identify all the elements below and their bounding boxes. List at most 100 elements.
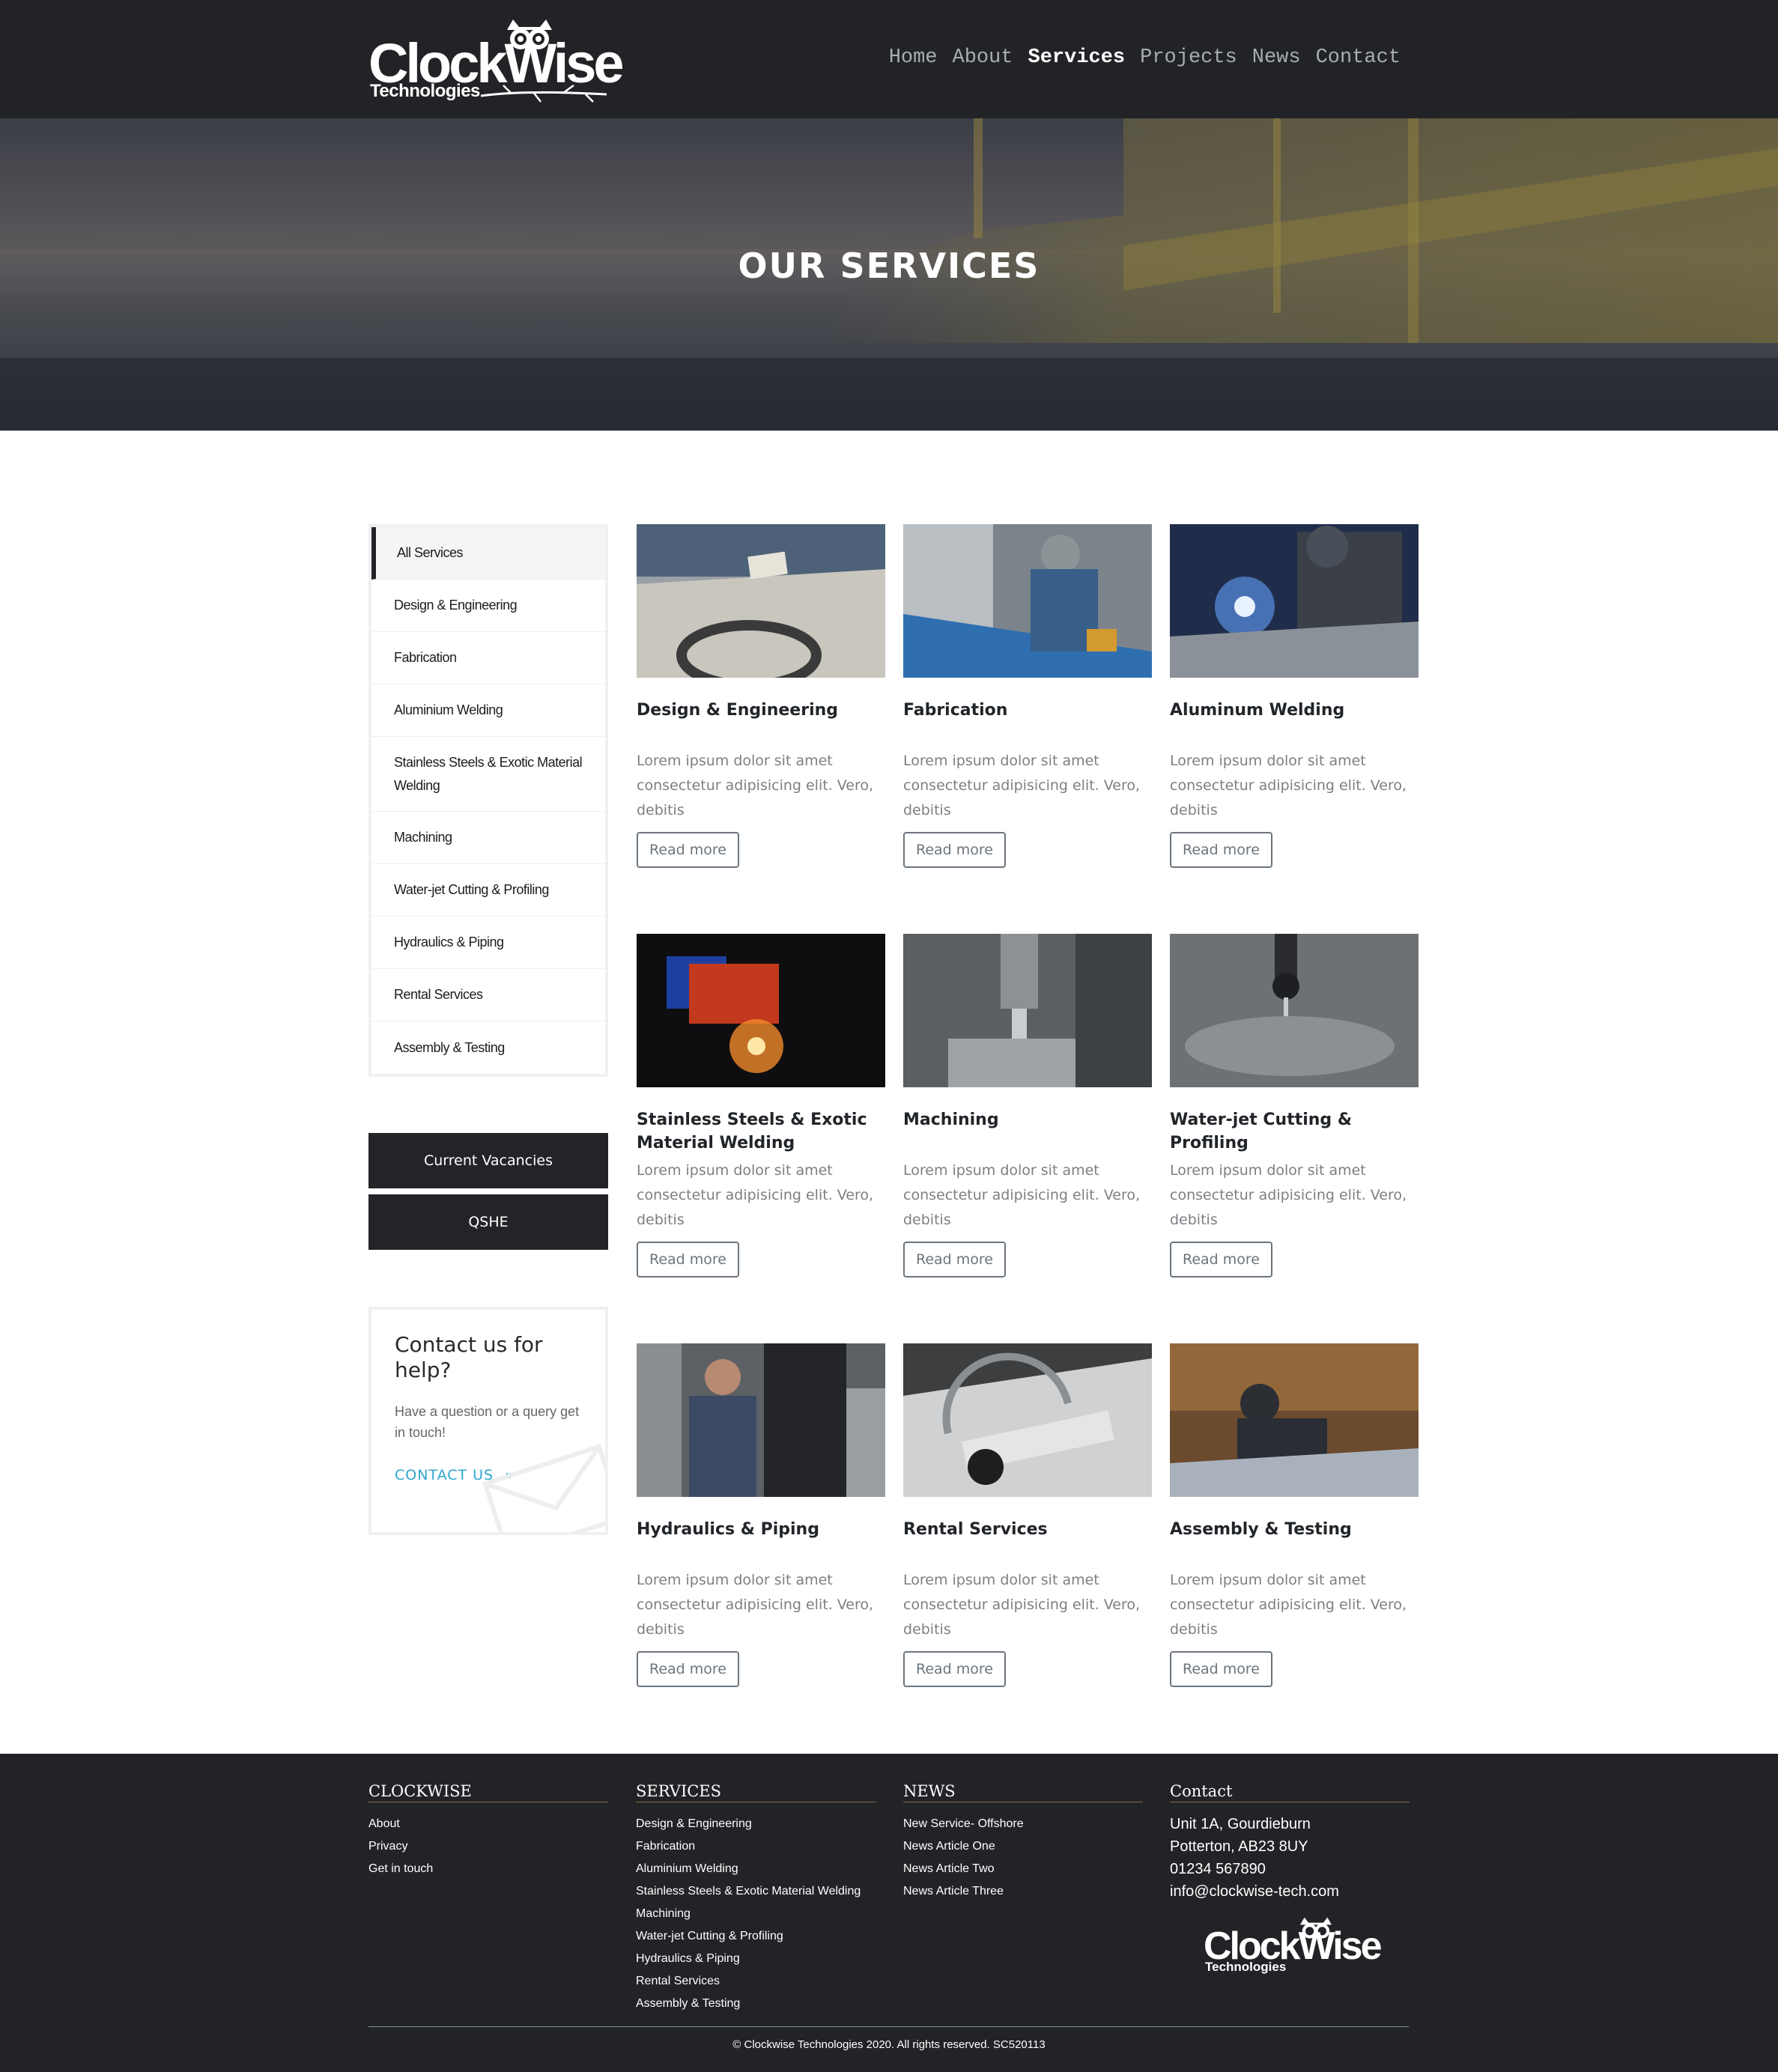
nav-news[interactable]: News [1252,46,1301,69]
machining-image [903,934,1152,1087]
envelope-icon [482,1444,605,1532]
copyright: © Clockwise Technologies 2020. All right… [732,2038,1046,2051]
sidebar-item-label: Hydraulics & Piping [394,935,504,950]
service-card: Hydraulics & Piping Lorem ipsum dolor si… [637,1343,885,1687]
stainless-welding-image [637,934,885,1087]
footer-link-service[interactable]: Hydraulics & Piping [636,1948,876,1970]
card-title: Design & Engineering [637,701,839,720]
card-text: Lorem ipsum dolor sit amet consectetur a… [1170,1162,1407,1228]
contact-card-heading: Contact us for help? [395,1332,543,1382]
service-card: Rental Services Lorem ipsum dolor sit am… [903,1343,1152,1687]
card-text: Lorem ipsum dolor sit amet consectetur a… [637,1572,874,1638]
qshe-button[interactable]: QSHE [368,1194,608,1250]
services-sidebar: All Services Design & Engineering Fabric… [368,524,608,1077]
footer-link-privacy[interactable]: Privacy [368,1835,608,1858]
footer-link-service[interactable]: Machining [636,1903,876,1925]
card-text: Lorem ipsum dolor sit amet consectetur a… [903,1572,1141,1638]
footer-link-service[interactable]: Rental Services [636,1970,876,1993]
read-more-button[interactable]: Read more [1170,1242,1272,1277]
read-more-button[interactable]: Read more [637,1651,739,1687]
sidebar-item-label: Water-jet Cutting & Profiling [394,882,549,897]
footer-link-news[interactable]: News Article One [903,1835,1143,1858]
footer-address-line: Potterton, AB23 8UY [1170,1838,1308,1855]
footer-link-service[interactable]: Stainless Steels & Exotic Material Weldi… [636,1880,876,1903]
sidebar-item-label: Machining [394,830,452,845]
footer-link-service[interactable]: Design & Engineering [636,1813,876,1835]
read-more-button[interactable]: Read more [637,1242,739,1277]
footer-heading: NEWS [903,1782,1143,1802]
read-more-button[interactable]: Read more [637,832,739,868]
service-card: Water-jet Cutting & Profiling Lorem ipsu… [1170,934,1419,1277]
footer-link-service[interactable]: Assembly & Testing [636,1993,876,2015]
footer-email[interactable]: info@clockwise-tech.com [1170,1880,1410,1903]
sidebar-item-water-jet[interactable]: Water-jet Cutting & Profiling [371,864,605,917]
sidebar-item-aluminium-welding[interactable]: Aluminium Welding [371,684,605,737]
service-card: Stainless Steels & Exotic Material Weldi… [637,934,885,1277]
footer-link-service[interactable]: Water-jet Cutting & Profiling [636,1925,876,1948]
footer-link-news[interactable]: News Article Three [903,1880,1143,1903]
sidebar-item-label: Aluminium Welding [394,702,503,717]
sidebar-item-machining[interactable]: Machining [371,812,605,864]
card-title: Fabrication [903,701,1008,720]
footer-logo-subtitle: Technologies [1205,1960,1287,1974]
current-vacancies-button[interactable]: Current Vacancies [368,1133,608,1188]
contact-help-card: Contact us for help? Have a question or … [368,1307,608,1535]
rental-services-image [903,1343,1152,1497]
card-title: Hydraulics & Piping [637,1520,819,1539]
card-text: Lorem ipsum dolor sit amet consectetur a… [637,753,874,818]
footer-phone[interactable]: 01234 567890 [1170,1858,1410,1880]
sidebar-item-label: All Services [397,545,464,560]
footer-link-about[interactable]: About [368,1813,608,1835]
read-more-button[interactable]: Read more [903,832,1006,868]
card-text: Lorem ipsum dolor sit amet consectetur a… [637,1162,874,1228]
nav-services[interactable]: Services [1028,46,1126,69]
card-title: Machining [903,1111,999,1129]
card-text: Lorem ipsum dolor sit amet consectetur a… [1170,1572,1407,1638]
logo[interactable]: ClockWise Technologies [368,13,625,105]
main-nav: Home About Services Projects News Contac… [889,46,1401,69]
footer-logo[interactable]: ClockWise Technologies [1204,1913,1383,1981]
site-header: ClockWise Technologies Home About Servic… [0,0,1778,118]
footer-link-service[interactable]: Aluminium Welding [636,1858,876,1880]
card-title: Aluminum Welding [1170,701,1345,720]
read-more-button[interactable]: Read more [903,1651,1006,1687]
logo-subtitle: Technologies [370,81,480,101]
service-card: Aluminum Welding Lorem ipsum dolor sit a… [1170,524,1419,868]
card-text: Lorem ipsum dolor sit amet consectetur a… [1170,753,1407,818]
aluminum-welding-image [1170,524,1419,678]
nav-projects[interactable]: Projects [1140,46,1237,69]
sidebar-item-assembly[interactable]: Assembly & Testing [371,1021,605,1074]
card-title: Stainless Steels & Exotic Material Weldi… [637,1111,867,1152]
sidebar-item-all-services[interactable]: All Services [371,527,605,580]
sidebar-item-label: Assembly & Testing [394,1039,505,1055]
sidebar-item-rental[interactable]: Rental Services [371,969,605,1021]
design-engineering-image [637,524,885,690]
sidebar-item-label: Rental Services [394,987,483,1002]
read-more-button[interactable]: Read more [1170,832,1272,868]
sidebar-item-hydraulics[interactable]: Hydraulics & Piping [371,917,605,969]
footer-link-news[interactable]: News Article Two [903,1858,1143,1880]
nav-contact[interactable]: Contact [1316,46,1401,69]
footer-col-services: SERVICES Design & Engineering Fabricatio… [636,1782,876,2015]
footer-link-service[interactable]: Fabrication [636,1835,876,1858]
service-card: Assembly & Testing Lorem ipsum dolor sit… [1170,1343,1419,1687]
sidebar-item-design-engineering[interactable]: Design & Engineering [371,580,605,632]
footer-col-contact: Contact Unit 1A, Gourdieburn Potterton, … [1170,1782,1410,1903]
site-footer: CLOCKWISE About Privacy Get in touch SER… [0,1754,1778,2072]
hydraulics-image [637,1343,885,1497]
nav-about[interactable]: About [953,46,1013,69]
footer-divider [368,2026,1409,2027]
footer-link-get-in-touch[interactable]: Get in touch [368,1858,608,1880]
read-more-button[interactable]: Read more [1170,1651,1272,1687]
sidebar-item-stainless-steels[interactable]: Stainless Steels & Exotic Material Weldi… [371,737,605,812]
nav-home[interactable]: Home [889,46,938,69]
service-card: Fabrication Lorem ipsum dolor sit amet c… [903,524,1152,868]
service-card: Design & Engineering Lorem ipsum dolor s… [637,524,885,868]
card-title: Assembly & Testing [1170,1520,1352,1539]
footer-link-news[interactable]: New Service- Offshore [903,1813,1143,1835]
read-more-button[interactable]: Read more [903,1242,1006,1277]
sidebar-item-fabrication[interactable]: Fabrication [371,632,605,684]
sidebar-item-label: Stainless Steels & Exotic Material Weldi… [394,754,583,793]
sidebar-item-label: Design & Engineering [394,598,518,613]
hero-banner: OUR SERVICES [0,118,1778,431]
